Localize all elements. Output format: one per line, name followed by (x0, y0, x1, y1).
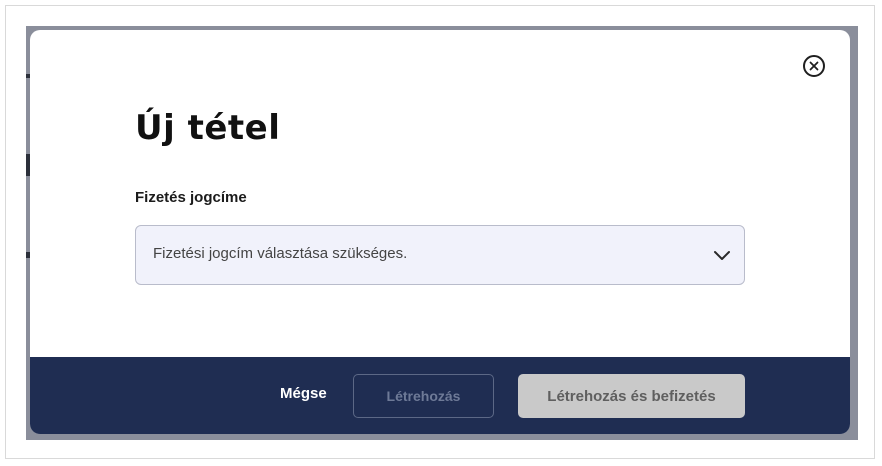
cancel-button[interactable]: Mégse (280, 385, 327, 402)
create-and-pay-button[interactable]: Létrehozás és befizetés (518, 374, 745, 418)
new-item-dialog: Új tétel Fizetés jogcíme Fizetési jogcím… (30, 30, 850, 434)
dialog-title: Új tétel (135, 108, 281, 148)
payment-title-select[interactable]: Fizetési jogcím választása szükséges. (135, 225, 745, 285)
close-circle-icon (809, 61, 819, 71)
chevron-down-icon (714, 251, 730, 260)
payment-title-placeholder: Fizetési jogcím választása szükséges. (153, 245, 408, 262)
dialog-footer: Mégse Létrehozás Létrehozás és befizetés (30, 357, 850, 434)
payment-title-label: Fizetés jogcíme (135, 189, 247, 206)
create-button[interactable]: Létrehozás (353, 374, 494, 418)
close-button[interactable] (803, 55, 825, 77)
